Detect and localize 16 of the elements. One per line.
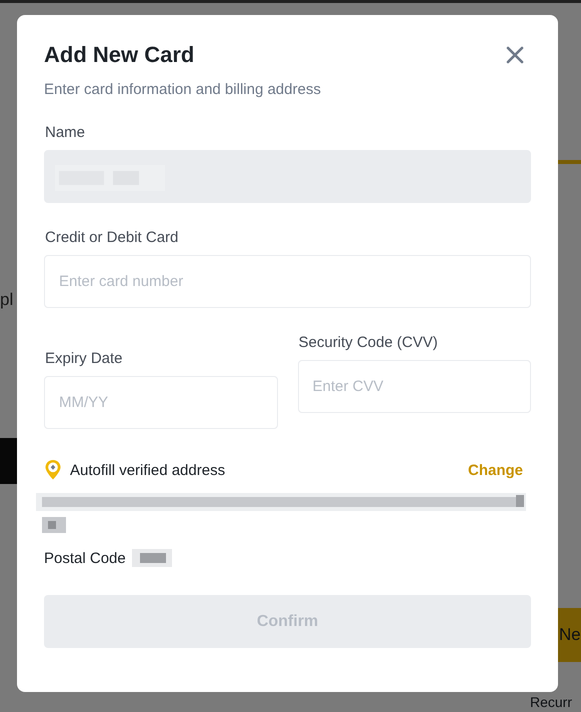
dialog-subtitle: Enter card information and billing address <box>44 81 322 98</box>
location-pin-icon <box>44 459 62 481</box>
change-link[interactable]: Change <box>468 462 523 478</box>
field-label: Name <box>45 124 86 141</box>
field-label: Expiry Date <box>45 350 124 367</box>
address-label: Autofill verified address <box>70 462 226 478</box>
background-text: pl <box>0 290 14 310</box>
close-icon <box>506 46 524 64</box>
input-field[interactable]: MM/YY <box>44 376 278 429</box>
field-label: Security Code (CVV) <box>298 334 439 351</box>
postal-code-label: Postal Code <box>44 550 126 566</box>
background-link[interactable]: Recurr <box>530 694 572 710</box>
card-number-field[interactable]: Enter card number <box>44 255 531 308</box>
field-label: Credit or Debit Card <box>45 229 180 246</box>
input-field[interactable]: Enter CVV <box>298 360 531 413</box>
dialog-title: Add New Card <box>44 42 194 68</box>
